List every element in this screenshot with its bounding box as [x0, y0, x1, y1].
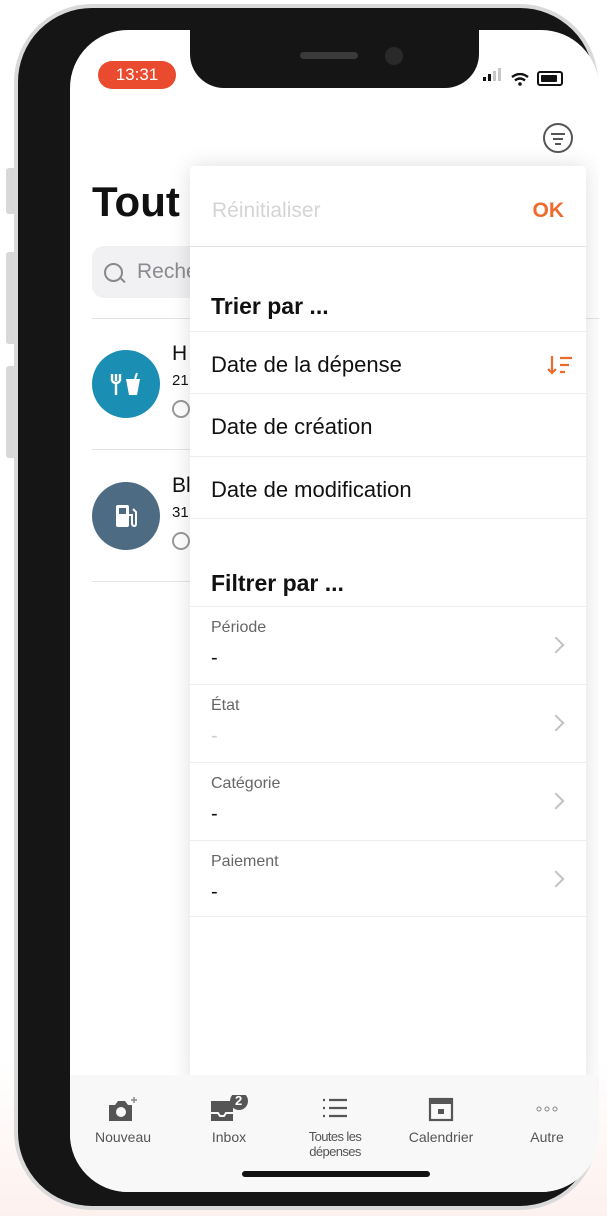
phone-screen: 13:31 Tout Reche H 21 Bl 31 Réinitialise… [70, 30, 599, 1192]
battery-icon [537, 71, 563, 86]
search-placeholder: Reche [137, 260, 198, 283]
divider [190, 518, 586, 519]
ok-button[interactable]: OK [533, 199, 565, 223]
wifi-icon [511, 73, 529, 86]
filter-value: - [211, 803, 218, 825]
tab-label: Nouveau [94, 1129, 152, 1145]
tab-label: Autre [530, 1129, 564, 1145]
tab-label: Toutes les dépenses [308, 1129, 362, 1159]
filter-payment[interactable]: Paiement - [190, 840, 586, 919]
filter-label: Paiement [211, 853, 279, 870]
tab-label: Inbox [211, 1129, 247, 1145]
expense-title: H [172, 342, 188, 365]
sort-option-label: Date de création [211, 414, 373, 439]
signal-icon [483, 68, 503, 86]
divider [190, 916, 586, 917]
filter-category[interactable]: Catégorie - [190, 762, 586, 841]
filter-icon[interactable] [543, 123, 573, 153]
restaurant-icon [92, 350, 160, 418]
tab-other[interactable]: Autre [494, 1075, 599, 1165]
chevron-right-icon [547, 714, 565, 732]
chevron-right-icon [547, 792, 565, 810]
camera-plus-icon [109, 1097, 137, 1121]
clock-icon [172, 400, 190, 418]
filter-label: Catégorie [211, 775, 281, 792]
home-indicator [242, 1171, 430, 1177]
chevron-right-icon [547, 636, 565, 654]
tab-nouveau[interactable]: Nouveau [70, 1075, 176, 1165]
status-time: 13:31 [98, 61, 176, 89]
panel-header: Réinitialiser OK [190, 166, 586, 247]
front-camera [385, 47, 403, 65]
filter-state[interactable]: État - [190, 684, 586, 763]
sort-section-title: Trier par ... [211, 293, 329, 319]
sort-option-label: Date de la dépense [211, 352, 402, 377]
fuel-icon [92, 482, 160, 550]
calendar-icon [428, 1097, 454, 1122]
sort-filter-panel: Réinitialiser OK Trier par ... Date de l… [190, 166, 586, 1086]
status-icons [483, 68, 563, 86]
filter-value: - [211, 647, 218, 669]
clock-icon [172, 532, 190, 550]
sort-option-modification-date[interactable]: Date de modification [190, 456, 586, 519]
filter-value: - [211, 881, 218, 903]
more-icon [536, 1106, 558, 1112]
list-icon [323, 1098, 347, 1118]
tab-calendar[interactable]: Calendrier [388, 1075, 494, 1165]
speaker [300, 52, 358, 59]
search-icon [104, 262, 123, 282]
inbox-icon [211, 1095, 248, 1121]
filter-value: - [211, 725, 218, 747]
tab-inbox[interactable]: 2 Inbox [176, 1075, 282, 1165]
reset-button[interactable]: Réinitialiser [212, 199, 321, 223]
expense-title: Bl [172, 474, 191, 497]
sort-option-label: Date de modification [211, 477, 412, 502]
sort-option-creation-date[interactable]: Date de création [190, 393, 586, 456]
expense-amount: 21 [172, 372, 189, 389]
expense-amount: 31 [172, 504, 189, 521]
filter-label: État [211, 697, 240, 714]
page-title: Tout [92, 178, 180, 225]
phone-frame: 13:31 Tout Reche H 21 Bl 31 Réinitialise… [14, 4, 599, 1210]
notch [190, 30, 479, 88]
tab-label: Calendrier [408, 1129, 474, 1145]
inbox-badge: 2 [235, 1093, 243, 1108]
tab-all-expenses[interactable]: Toutes les dépenses [282, 1075, 388, 1165]
filter-label: Période [211, 619, 267, 636]
chevron-right-icon [547, 870, 565, 888]
sort-option-expense-date[interactable]: Date de la dépense [190, 331, 586, 394]
sort-descending-icon [547, 356, 572, 375]
filter-section-title: Filtrer par ... [211, 570, 344, 596]
filter-period[interactable]: Période - [190, 606, 586, 685]
